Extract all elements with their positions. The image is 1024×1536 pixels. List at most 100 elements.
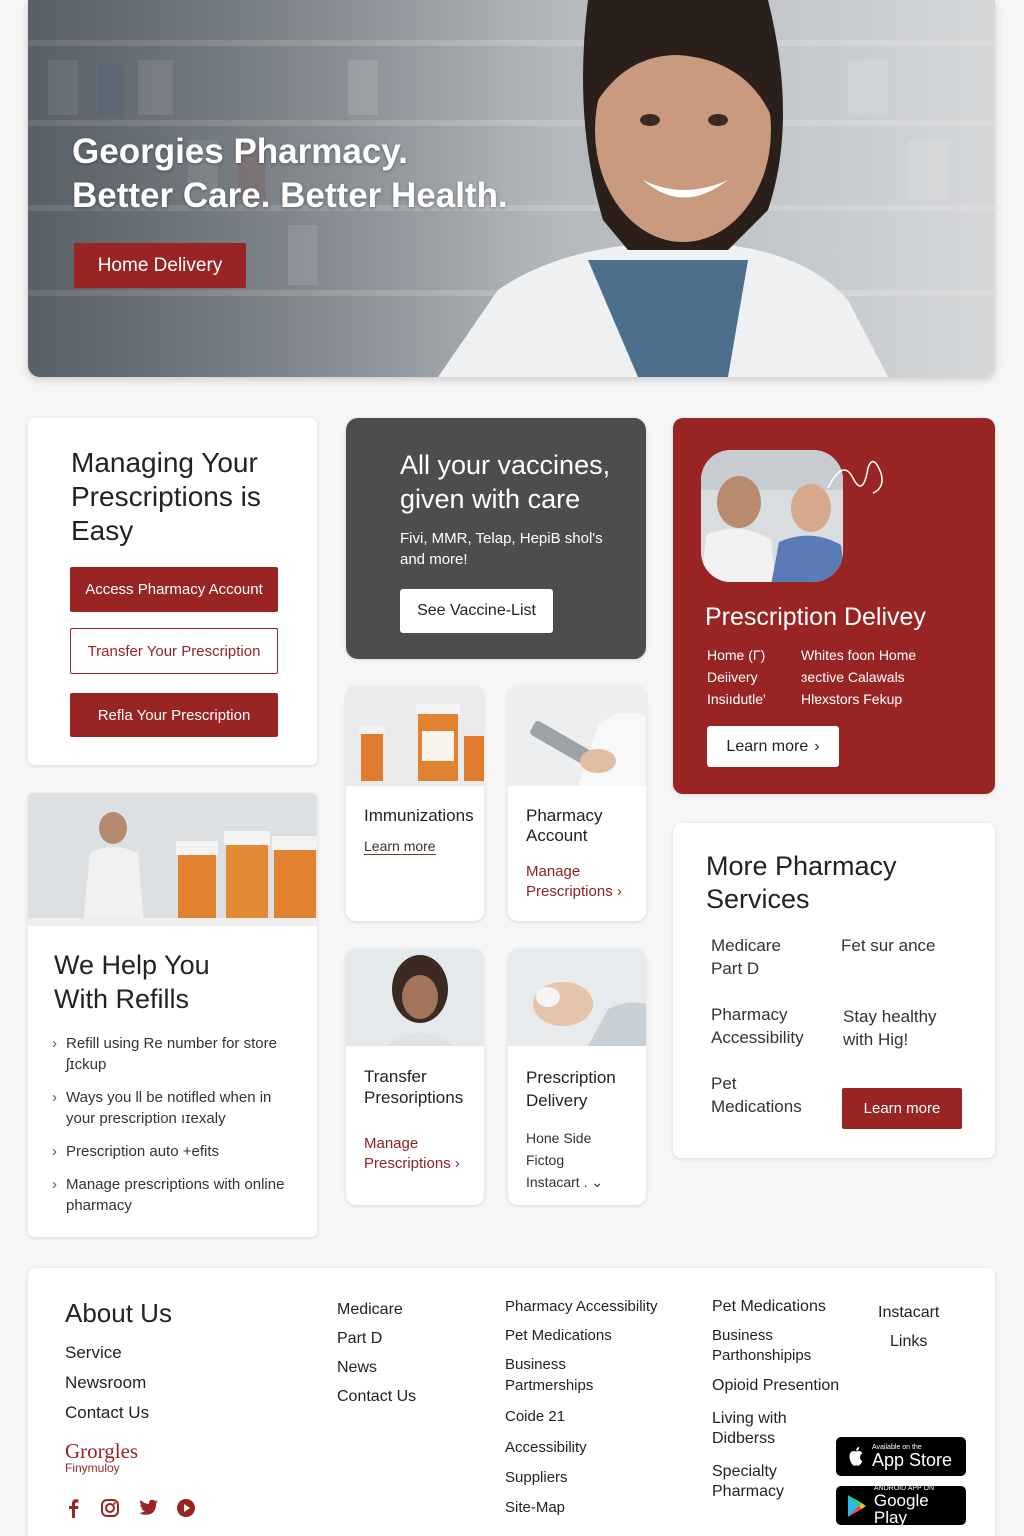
footer-link[interactable]: Opioid Presention xyxy=(712,1376,842,1396)
transfer-title: Transfer Presoriptions xyxy=(364,1067,464,1107)
access-account-button[interactable]: Access Pharmacy Account xyxy=(70,567,278,612)
immunizations-tile[interactable]: Immunizations Learn more xyxy=(346,686,484,921)
delivery-col-2-item: ɜective Calawals xyxy=(801,669,905,685)
more-services-card: More Pharmacy Services Medicare Part D F… xyxy=(673,823,995,1158)
google-play-badge[interactable]: ANDROID APP ON Google Play xyxy=(836,1485,966,1527)
service-pet-insurance-link[interactable]: Fet sur ance xyxy=(841,934,981,957)
footer-link[interactable]: Business Partmerships xyxy=(505,1354,615,1396)
hero-line-2: Better Care. Better Health. xyxy=(72,176,508,215)
footer-link[interactable]: Pet Medications xyxy=(712,1297,842,1317)
footer-link[interactable]: Part D xyxy=(337,1324,416,1353)
vaccines-card: All your vaccines, given with care Fivi,… xyxy=(346,418,646,659)
delivery-learn-more-label: Learn more xyxy=(726,737,809,755)
footer-link[interactable]: Accessibility xyxy=(505,1437,685,1458)
immunizations-learn-more-link[interactable]: Learn more xyxy=(364,838,436,855)
footer-link[interactable]: Suppliers xyxy=(505,1467,685,1488)
footer-logo-main: Grorgles xyxy=(65,1439,139,1463)
footer-link[interactable]: Contact Us xyxy=(65,1398,149,1428)
refills-list-item[interactable]: Prescription auto +efits xyxy=(52,1141,292,1162)
refills-card: We Help You With Refills Refill using Re… xyxy=(28,793,317,1237)
footer-link[interactable]: Pharmacy Accessibility xyxy=(505,1296,685,1317)
refills-list-item[interactable]: Ways you ll be notifled when in your pre… xyxy=(52,1087,292,1129)
footer-link[interactable]: Living with Didberss xyxy=(712,1409,842,1449)
pharmacy-account-title: Pharmacy Account xyxy=(526,806,603,845)
more-learn-more-button[interactable]: Learn more xyxy=(842,1088,962,1129)
footer-link[interactable]: Service xyxy=(65,1338,149,1368)
service-pet-medications-link[interactable]: Pet Medications xyxy=(711,1072,821,1118)
footer-col-2: Pharmacy Accessibility Pet Medications B… xyxy=(505,1296,685,1518)
delivery-tile-title: Prescription Delivery xyxy=(526,1068,616,1110)
service-stay-healthy-link[interactable]: Stay healthy with Hig! xyxy=(843,1005,953,1051)
transfer-prescription-button[interactable]: Transfer Your Prescription xyxy=(70,628,278,674)
smiling-woman-photo xyxy=(346,949,484,1046)
manage-prescriptions-card: Managing Your Prescriptions is Easy Acce… xyxy=(28,418,317,765)
delivery-col-2-item: Hlɐxstors Fekup xyxy=(801,691,903,707)
pharmacist-bottles-photo xyxy=(28,793,317,926)
vaccines-subtitle: Fivi, MMR, Telap, HepiB shol's and more! xyxy=(400,530,603,568)
delivery-col-1-item: Home (Γ) xyxy=(707,647,766,663)
delivery-col-2: Whites foon Home ɜective Calawals Hlɐxst… xyxy=(801,644,916,710)
app-store-label: App Store xyxy=(872,1450,953,1470)
footer-link[interactable]: News xyxy=(337,1353,416,1382)
footer-col-0: Service Newsroom Contact Us xyxy=(65,1338,149,1428)
footer-logo-sub: Finymuloy xyxy=(65,1461,120,1475)
delivery-col-1-item: Insiıdutle' xyxy=(707,691,766,707)
hero-banner: Georgies Pharmacy. Better Care. Better H… xyxy=(28,0,995,377)
footer: About Us Service Newsroom Contact Us Gro… xyxy=(28,1268,995,1536)
delivery-tile-lines: Hone Side Fictog Instacart . ⌄ xyxy=(526,1127,603,1193)
footer-link[interactable]: Pet Medications xyxy=(505,1325,685,1346)
pill-bottles-photo xyxy=(346,686,484,786)
hero-line-1: Georgies Pharmacy. xyxy=(72,132,408,171)
footer-logo[interactable]: Grorgles Finymuloy xyxy=(65,1440,138,1474)
facebook-icon[interactable] xyxy=(65,1498,83,1518)
footer-link[interactable]: Specialty Pharmacy xyxy=(712,1462,842,1502)
footer-link[interactable]: Instacart xyxy=(878,1298,939,1327)
refills-list-item[interactable]: Manage prescriptions with online pharmac… xyxy=(52,1174,292,1216)
pinterest-icon[interactable] xyxy=(176,1498,196,1518)
footer-link[interactable]: Site-Map xyxy=(505,1497,685,1518)
service-accessibility-link[interactable]: Pharmacy Accessibility xyxy=(711,1003,821,1049)
footer-about-title: About Us xyxy=(65,1298,172,1328)
prescription-delivery-tile[interactable]: Prescription Delivery Hone Side Fictog I… xyxy=(508,949,646,1205)
chevron-right-icon: › xyxy=(814,737,820,755)
see-vaccine-list-button[interactable]: See Vaccine-List xyxy=(400,589,553,633)
prescription-delivery-card: Prescription Delivey Home (Γ) Deiivery I… xyxy=(673,418,995,794)
footer-link[interactable]: Newsroom xyxy=(65,1368,149,1398)
immunizations-title: Immunizations xyxy=(364,806,474,825)
footer-link[interactable]: Business Parthonshipips xyxy=(712,1326,842,1366)
delivery-col-2-item: Whites foon Home xyxy=(801,647,917,663)
delivery-tile-line[interactable]: Instacart . ⌄ xyxy=(526,1171,603,1193)
footer-link[interactable]: Links xyxy=(878,1327,939,1356)
google-play-icon xyxy=(847,1494,866,1517)
more-services-title: More Pharmacy Services xyxy=(706,851,897,914)
transfer-prescriptions-tile[interactable]: Transfer Presoriptions Manage Prescripti… xyxy=(346,949,484,1205)
google-play-label: Google Play xyxy=(873,1491,929,1527)
footer-col-1: Medicare Part D News Contact Us xyxy=(337,1295,416,1411)
instagram-icon[interactable] xyxy=(100,1498,120,1518)
hand-pill-photo xyxy=(508,949,646,1046)
delivery-col-1: Home (Γ) Deiivery Insiıdutle' xyxy=(707,644,766,710)
service-medicare-link[interactable]: Medicare Part D xyxy=(711,934,811,980)
delivery-tile-line[interactable]: Fictog xyxy=(526,1149,603,1171)
refill-prescription-button[interactable]: Refla Your Prescription xyxy=(70,693,278,737)
manage-prescriptions-link[interactable]: Manage Prescriptions › xyxy=(526,862,641,902)
apple-icon xyxy=(849,1446,863,1466)
twitter-icon[interactable] xyxy=(137,1498,159,1518)
delivery-learn-more-button[interactable]: Learn more › xyxy=(707,726,839,767)
pharmacy-account-tile[interactable]: Pharmacy Account Manage Prescriptions › xyxy=(508,686,646,921)
footer-col-3: Pet Medications Business Parthonshipips … xyxy=(712,1297,842,1502)
home-delivery-button[interactable]: Home Delivery xyxy=(74,243,246,288)
footer-link[interactable]: Medicare xyxy=(337,1295,416,1324)
refills-title: We Help You With Refills xyxy=(54,950,210,1014)
delivery-title: Prescription Delivey xyxy=(705,603,926,631)
transfer-manage-link[interactable]: Manage Prescriptions › xyxy=(364,1134,479,1174)
footer-link[interactable]: Coide 21 xyxy=(505,1406,685,1427)
delivery-tile-line[interactable]: Hone Side xyxy=(526,1127,603,1149)
footer-col-4: Instacart Links xyxy=(878,1298,939,1356)
refills-list-item[interactable]: Refill using Re number for store ʃɪckup xyxy=(52,1033,292,1075)
app-store-badge[interactable]: Available on the App Store xyxy=(836,1437,966,1476)
social-icons xyxy=(65,1498,196,1518)
manage-title: Managing Your Prescriptions is Easy xyxy=(71,447,261,546)
signature-icon xyxy=(827,460,883,494)
footer-link[interactable]: Contact Us xyxy=(337,1382,416,1411)
